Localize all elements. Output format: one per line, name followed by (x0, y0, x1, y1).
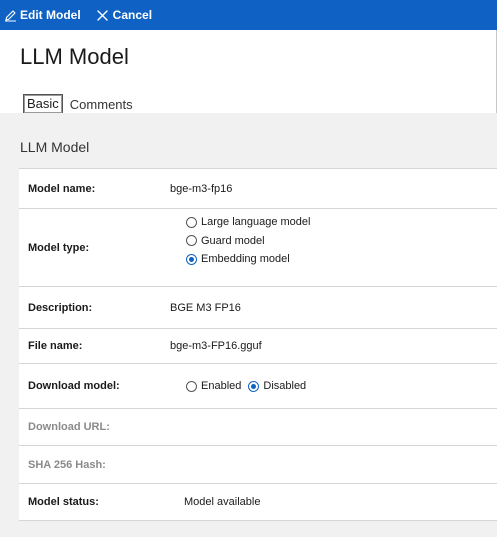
row-download-url: Download URL: (19, 408, 497, 445)
close-icon (96, 9, 113, 21)
radio-button[interactable] (186, 380, 197, 392)
radio-label: Large language model (201, 216, 311, 229)
tab-comments[interactable]: Comments (70, 97, 133, 112)
description-value: BGE M3 FP16 (170, 301, 241, 314)
file-name-label: File name: (28, 340, 83, 352)
sha-hash-label: SHA 256 Hash: (28, 458, 106, 471)
tab-basic[interactable]: Basic (23, 94, 63, 114)
model-status-label: Model status: (28, 496, 99, 508)
radio-enabled[interactable]: Enabled (186, 380, 241, 392)
model-type-radio-group: Large language model Guard model Embeddi… (186, 213, 310, 269)
file-name-value: bge-m3-FP16.gguf (170, 340, 262, 352)
radio-button-selected[interactable] (248, 380, 260, 392)
radio-label: Embedding model (201, 253, 290, 266)
radio-embedding-model[interactable]: Embedding model (186, 250, 310, 269)
tab-bar: Basic Comments (23, 94, 133, 114)
toolbar: Edit Model Cancel (0, 0, 497, 30)
panel-title: LLM Model (20, 139, 90, 155)
edit-model-label: Edit Model (20, 8, 81, 22)
pencil-icon (4, 9, 20, 22)
model-name-label: Model name: (28, 182, 96, 195)
cancel-button[interactable]: Cancel (96, 0, 153, 30)
download-url-label: Download URL: (28, 421, 110, 433)
download-model-radio-group: Enabled Disabled (186, 380, 306, 392)
download-model-label: Download model: (28, 380, 120, 392)
description-label: Description: (28, 301, 93, 314)
edit-model-window: Edit Model Cancel LLM Model Basic Commen… (0, 0, 497, 537)
radio-disabled[interactable]: Disabled (248, 380, 306, 392)
row-model-type: Model type: Large language model Guard m… (19, 208, 497, 286)
model-form: Model name: bge-m3-fp16 Model type: Larg… (19, 168, 497, 521)
radio-label: Guard model (201, 234, 265, 247)
model-name-value: bge-m3-fp16 (170, 182, 233, 195)
row-download-model: Download model: Enabled Disabled (19, 363, 497, 408)
radio-label: Enabled (201, 380, 242, 392)
page-title: LLM Model (20, 44, 129, 69)
edit-model-button[interactable]: Edit Model (4, 0, 81, 30)
radio-label: Disabled (263, 380, 307, 392)
row-model-name: Model name: bge-m3-fp16 (19, 168, 497, 208)
row-sha-hash: SHA 256 Hash: (19, 445, 497, 483)
row-model-status: Model status: Model available (19, 483, 497, 521)
row-file-name: File name: bge-m3-FP16.gguf (19, 328, 497, 363)
row-description: Description: BGE M3 FP16 (19, 286, 497, 328)
radio-button-selected[interactable] (186, 253, 197, 265)
cancel-label: Cancel (112, 8, 153, 22)
radio-button[interactable] (186, 235, 197, 247)
radio-guard-model[interactable]: Guard model (186, 232, 310, 251)
radio-button[interactable] (186, 216, 197, 228)
radio-large-language-model[interactable]: Large language model (186, 213, 310, 232)
basic-panel: LLM Model Model name: bge-m3-fp16 Model … (0, 113, 497, 537)
model-type-label: Model type: (28, 241, 90, 254)
model-status-value: Model available (184, 496, 261, 508)
